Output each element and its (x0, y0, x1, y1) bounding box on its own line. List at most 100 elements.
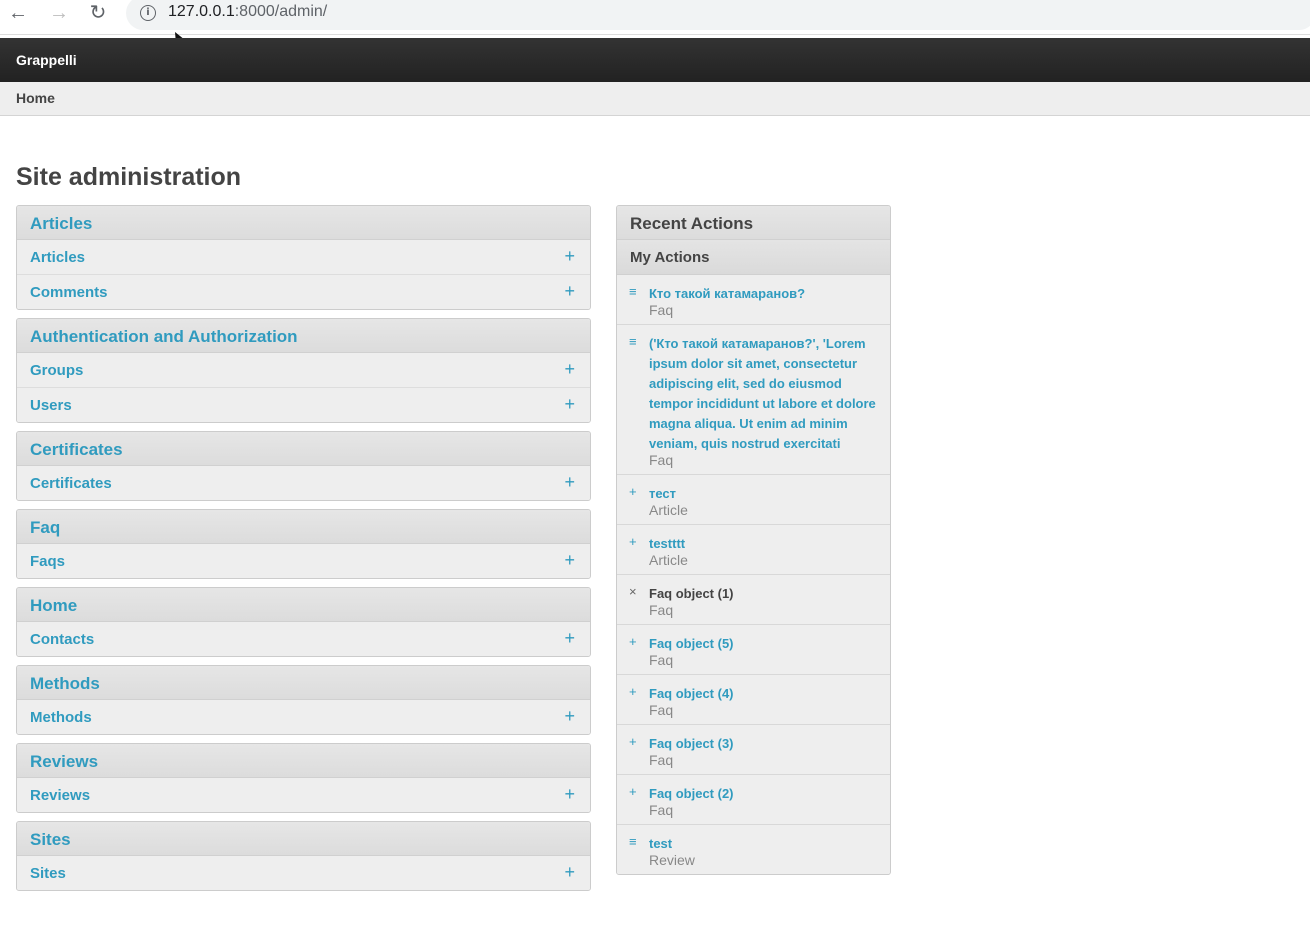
recent-action-title[interactable]: test (649, 834, 880, 854)
model-link[interactable]: Reviews (30, 787, 90, 804)
recent-action-type: Faq (649, 802, 674, 818)
model-row: Sites + (17, 856, 590, 890)
module-title[interactable]: Articles (17, 206, 590, 240)
add-icon[interactable]: + (564, 551, 575, 569)
module-title[interactable]: Methods (17, 666, 590, 700)
recent-action-type: Faq (649, 652, 674, 668)
model-link[interactable]: Methods (30, 709, 92, 726)
recent-actions-panel: Recent Actions My Actions ≡ Кто такой кат… (616, 205, 891, 875)
recent-action-item: × Faq object (1) Faq (617, 575, 890, 625)
add-icon: + (629, 484, 637, 499)
reload-icon[interactable]: ↻ (87, 2, 109, 24)
add-icon[interactable]: + (564, 785, 575, 803)
model-row: Users + (17, 388, 590, 422)
recent-action-item: ≡ ('Кто такой катамаранов?', 'Lorem ipsum… (617, 325, 890, 475)
recent-action-title[interactable]: Faq object (5) (649, 634, 880, 654)
site-info-icon[interactable]: i (140, 5, 156, 21)
add-icon[interactable]: + (564, 282, 575, 300)
recent-action-type: Article (649, 552, 688, 568)
recent-action-item: ≡ test Review (617, 825, 890, 874)
recent-action-item: + testttt Article (617, 525, 890, 575)
add-icon: + (629, 534, 637, 549)
module-authentication-and-authorization: Authentication and Authorization Groups + U… (16, 318, 591, 423)
module-title[interactable]: Sites (17, 822, 590, 856)
model-link[interactable]: Certificates (30, 475, 112, 492)
add-icon: + (629, 684, 637, 699)
module-title[interactable]: Authentication and Authorization (17, 319, 590, 353)
recent-action-item: ≡ Кто такой катамаранов? Faq (617, 275, 890, 325)
module-faq: Faq Faqs + (16, 509, 591, 579)
model-row: Methods + (17, 700, 590, 734)
recent-action-title[interactable]: Кто такой катамаранов? (649, 284, 880, 304)
module-articles: Articles Articles + Comments + (16, 205, 591, 310)
recent-action-item: + тест Article (617, 475, 890, 525)
recent-action-type: Faq (649, 752, 674, 768)
change-icon: ≡ (629, 834, 637, 849)
add-icon[interactable]: + (564, 707, 575, 725)
model-link[interactable]: Sites (30, 865, 66, 882)
model-link[interactable]: Users (30, 397, 72, 414)
browser-toolbar: ← → ↻ i 127.0.0.1:8000/admin/ (0, 0, 1310, 35)
breadcrumb-home[interactable]: Home (16, 90, 55, 106)
actions-list: ≡ Кто такой катамаранов? Faq ≡ ('Кто такой к… (617, 275, 890, 874)
recent-action-type: Faq (649, 702, 674, 718)
recent-actions-title: Recent Actions (617, 206, 890, 240)
add-icon[interactable]: + (564, 473, 575, 491)
model-row: Articles + (17, 240, 590, 275)
recent-action-item: + Faq object (5) Faq (617, 625, 890, 675)
module-home: Home Contacts + (16, 587, 591, 657)
add-icon[interactable]: + (564, 863, 575, 881)
module-title[interactable]: Certificates (17, 432, 590, 466)
delete-icon: × (629, 584, 637, 599)
breadcrumb: Home (0, 82, 1310, 116)
add-icon[interactable]: + (564, 629, 575, 647)
module-title[interactable]: Home (17, 588, 590, 622)
model-link[interactable]: Articles (30, 249, 85, 266)
change-icon: ≡ (629, 334, 637, 349)
model-link[interactable]: Groups (30, 362, 83, 379)
change-icon: ≡ (629, 284, 637, 299)
recent-action-type: Review (649, 852, 695, 868)
recent-action-item: + Faq object (3) Faq (617, 725, 890, 775)
model-row: Groups + (17, 353, 590, 388)
model-link[interactable]: Comments (30, 284, 108, 301)
recent-action-title[interactable]: Faq object (3) (649, 734, 880, 754)
add-icon[interactable]: + (564, 395, 575, 413)
page-title: Site administration (16, 163, 242, 191)
model-link[interactable]: Contacts (30, 631, 94, 648)
module-methods: Methods Methods + (16, 665, 591, 735)
module-title[interactable]: Reviews (17, 744, 590, 778)
add-icon: + (629, 734, 637, 749)
model-row: Contacts + (17, 622, 590, 656)
module-reviews: Reviews Reviews + (16, 743, 591, 813)
recent-action-item: + Faq object (2) Faq (617, 775, 890, 825)
add-icon[interactable]: + (564, 247, 575, 265)
recent-action-type: Faq (649, 452, 674, 468)
brand-title[interactable]: Grappelli (16, 52, 77, 68)
recent-action-type: Faq (649, 302, 674, 318)
add-icon: + (629, 634, 637, 649)
model-link[interactable]: Faqs (30, 553, 65, 570)
recent-action-title: Faq object (1) (649, 586, 734, 601)
model-row: Comments + (17, 275, 590, 309)
add-icon[interactable]: + (564, 360, 575, 378)
recent-action-title[interactable]: testttt (649, 534, 880, 554)
recent-action-type: Faq (649, 602, 674, 618)
recent-action-type: Article (649, 502, 688, 518)
my-actions-title: My Actions (617, 240, 890, 275)
recent-action-title[interactable]: тест (649, 484, 880, 504)
module-title[interactable]: Faq (17, 510, 590, 544)
model-row: Certificates + (17, 466, 590, 500)
recent-action-title[interactable]: Faq object (4) (649, 684, 880, 704)
admin-header: Grappelli (0, 38, 1310, 82)
module-sites: Sites Sites + (16, 821, 591, 891)
model-row: Faqs + (17, 544, 590, 578)
module-certificates: Certificates Certificates + (16, 431, 591, 501)
recent-action-title[interactable]: Faq object (2) (649, 784, 880, 804)
recent-action-title[interactable]: ('Кто такой катамаранов?', 'Lorem ipsum … (649, 334, 880, 454)
back-arrow-icon[interactable]: ← (7, 2, 29, 24)
forward-arrow-icon[interactable]: → (48, 2, 70, 24)
url-text[interactable]: 127.0.0.1:8000/admin/ (168, 3, 327, 21)
app-modules: Articles Articles + Comments + Authentication… (16, 205, 591, 899)
model-row: Reviews + (17, 778, 590, 812)
